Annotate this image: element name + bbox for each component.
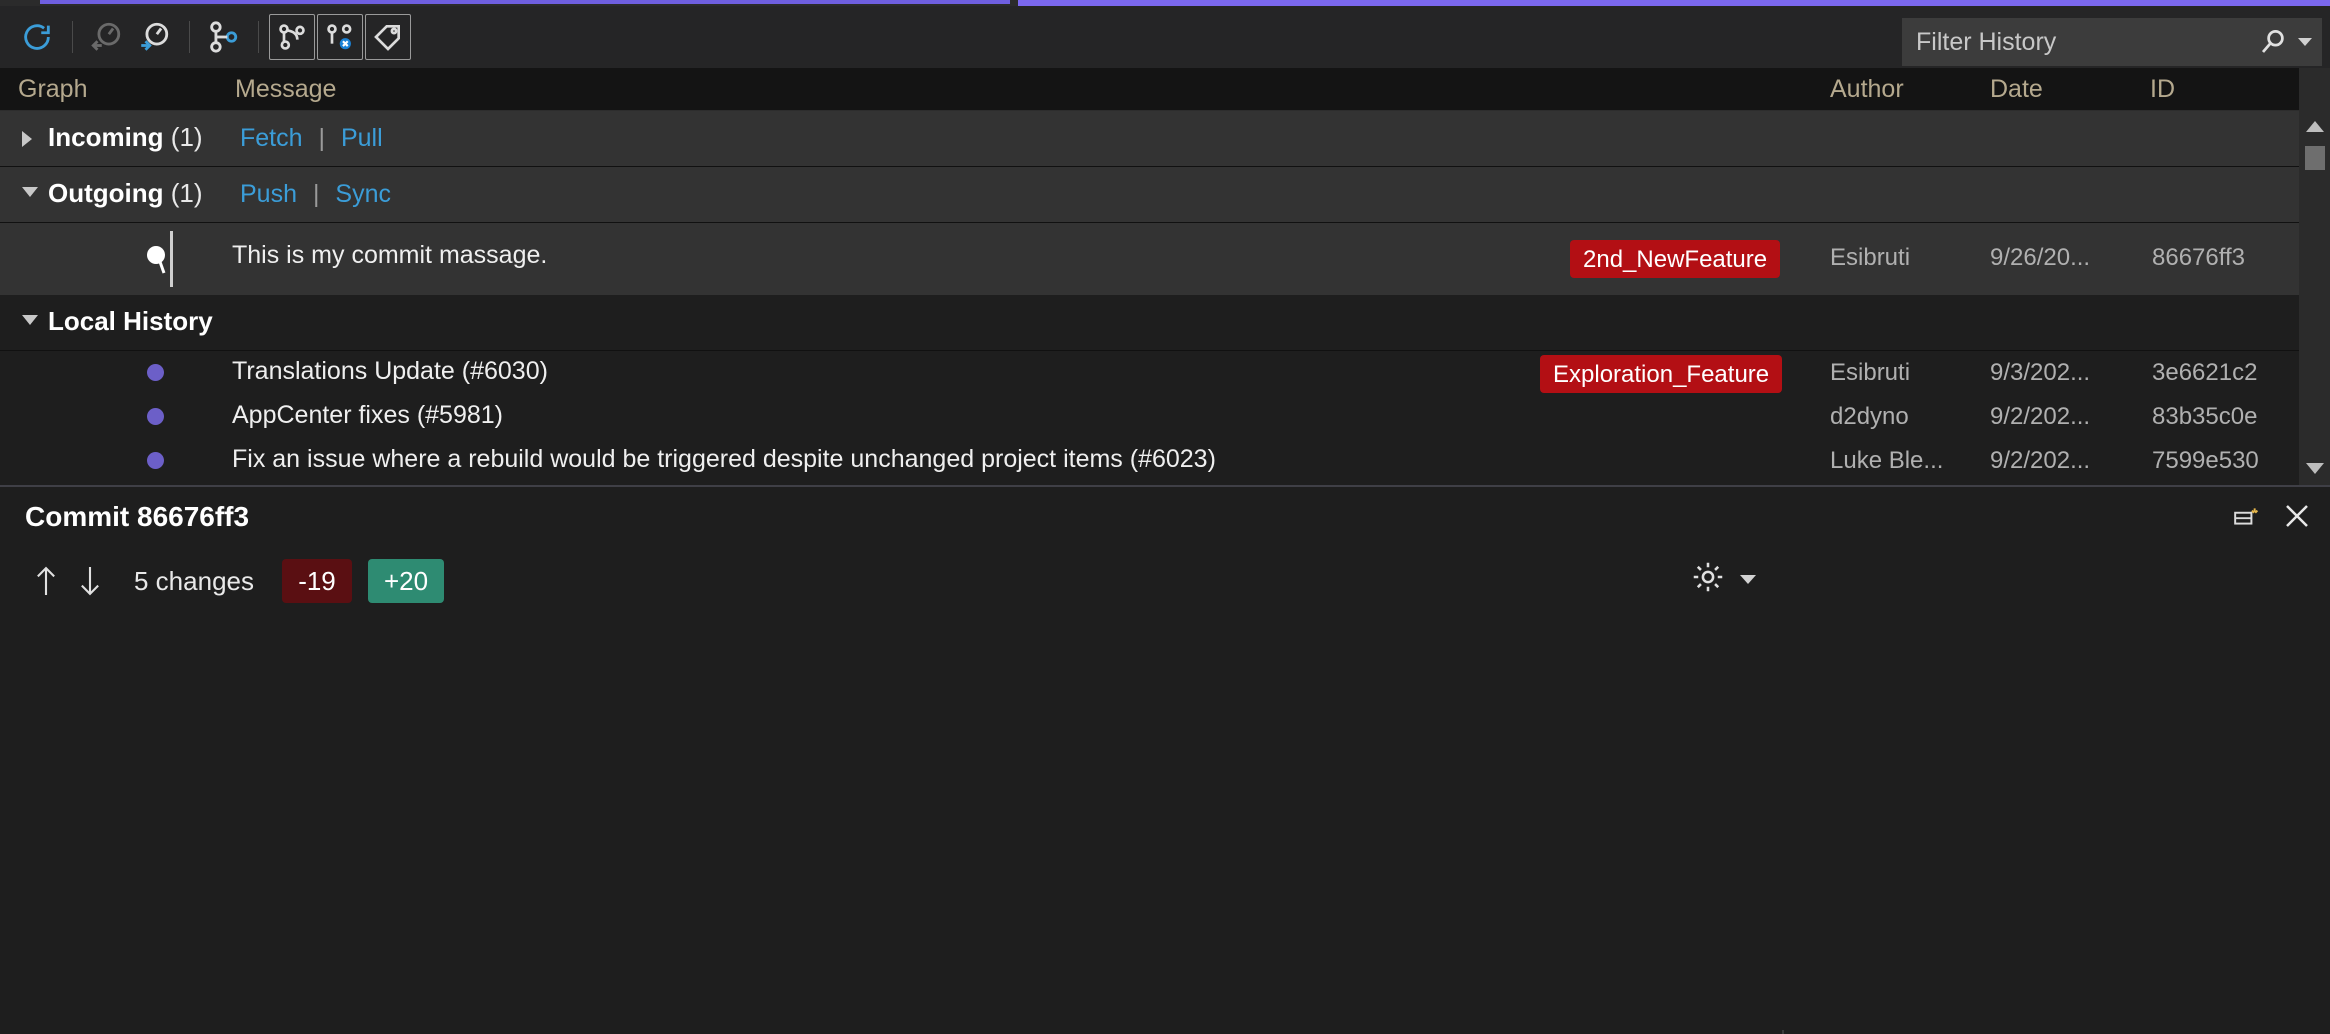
group-name: Outgoing <box>48 178 164 208</box>
search-placeholder: Filter History <box>1916 27 2057 56</box>
group-actions-incoming: Fetch | Pull <box>240 124 383 153</box>
expander-local-history[interactable] <box>22 315 38 325</box>
history-scrollbar[interactable] <box>2299 68 2330 485</box>
commit-author: Luke Ble... <box>1830 447 1944 474</box>
column-header-author[interactable]: Author <box>1830 75 1904 104</box>
fetch-link[interactable]: Fetch <box>240 124 303 152</box>
branch-merge-icon[interactable] <box>317 14 363 60</box>
commit-message: This is my commit massage. <box>232 241 548 269</box>
history-list: Graph Message Author Date ID Incoming (1… <box>0 68 2330 531</box>
expander-incoming[interactable] <box>22 131 32 147</box>
undo-sync-icon[interactable] <box>83 14 129 60</box>
gear-icon[interactable] <box>1690 559 1726 600</box>
group-count: (1) <box>170 178 203 208</box>
commit-date: 9/26/20... <box>1990 244 2091 271</box>
group-name: Incoming <box>48 122 164 152</box>
search-input[interactable]: Filter History <box>1902 18 2322 66</box>
scroll-down-button[interactable] <box>2299 453 2330 483</box>
commit-date: 9/3/202... <box>1990 359 2091 386</box>
commit-details-panel: Commit 86676ff3 5 changes -19 +20 <box>0 485 2330 1034</box>
commit-message: Fix an issue where a rebuild would be tr… <box>232 445 1216 473</box>
graph-node-icon <box>147 452 164 469</box>
table-row[interactable]: This is my commit massage. 2nd_NewFeatur… <box>0 223 2330 295</box>
commit-id: 83b35c0e <box>2152 403 2258 430</box>
additions-badge: +20 <box>367 559 445 603</box>
commit-author: d2dyno <box>1830 403 1909 430</box>
commit-date: 9/2/202... <box>1990 447 2091 474</box>
toolbar-divider <box>189 21 190 53</box>
panel-window-buttons <box>2232 501 2312 536</box>
scroll-up-button[interactable] <box>2299 111 2330 141</box>
search-icon[interactable] <box>2258 27 2288 57</box>
commit-author: Esibruti <box>1830 244 1911 271</box>
commit-id-row: ID: 86676ff3 Revert Reset ••• <box>1800 1028 2330 1034</box>
branch-badge[interactable]: Exploration_Feature <box>1540 355 1783 393</box>
column-header-id[interactable]: ID <box>2150 75 2175 104</box>
action-divider: | <box>312 180 320 208</box>
git-repository-window: Filter History Graph Message Author Date… <box>0 0 2330 1034</box>
arrow-up-icon[interactable] <box>24 559 68 603</box>
commit-id: 7599e530 <box>2152 447 2259 474</box>
commit-message: Translations Update (#6030) <box>232 357 548 385</box>
table-row[interactable]: Translations Update (#6030) Exploration_… <box>0 351 2330 395</box>
commit-date: 9/2/202... <box>1990 403 2091 430</box>
group-count: (1) <box>170 122 203 152</box>
redo-sync-icon[interactable] <box>131 14 177 60</box>
branch-icon[interactable] <box>200 14 246 60</box>
group-header-local-history[interactable]: Local History <box>0 295 2299 351</box>
action-divider: | <box>318 124 325 152</box>
column-header-graph[interactable]: Graph <box>18 75 87 104</box>
changes-count-label: 5 changes <box>134 565 254 596</box>
chevron-down-icon[interactable] <box>2298 38 2312 46</box>
toolbar-divider <box>258 21 259 53</box>
tag-icon[interactable] <box>365 14 411 60</box>
page-title: Commit 86676ff3 <box>25 501 250 532</box>
group-header-incoming[interactable]: Incoming (1) Fetch | Pull <box>0 111 2299 167</box>
scrollbar-thumb[interactable] <box>2305 146 2325 170</box>
graph-node-icon <box>147 408 164 425</box>
chevron-down-icon[interactable] <box>1740 575 1756 584</box>
commit-details-toolbar: 5 changes -19 +20 <box>24 559 445 603</box>
graph-node-icon <box>147 231 173 287</box>
column-header-message[interactable]: Message <box>235 75 336 104</box>
group-label-local-history: Local History <box>48 306 213 336</box>
graph-node-icon <box>147 364 164 381</box>
commit-info-pane: ID: 86676ff3 Revert Reset ••• Message: E… <box>1790 1028 2330 1034</box>
branch-graph-icon[interactable] <box>269 14 315 60</box>
table-row[interactable]: Fix an issue where a rebuild would be tr… <box>0 439 2330 483</box>
push-link[interactable]: Push <box>240 180 297 208</box>
more-options-button[interactable]: ••• <box>2308 1028 2330 1034</box>
arrow-down-icon[interactable] <box>68 559 112 603</box>
panel-divider <box>1782 1030 1784 1034</box>
sync-link[interactable]: Sync <box>335 180 391 208</box>
group-header-outgoing[interactable]: Outgoing (1) Push | Sync <box>0 167 2299 223</box>
commit-id: 3e6621c2 <box>2152 359 2258 386</box>
refresh-icon[interactable] <box>14 14 60 60</box>
deletions-badge: -19 <box>281 559 352 603</box>
close-icon[interactable] <box>2282 501 2312 536</box>
commit-message: AppCenter fixes (#5981) <box>232 401 503 429</box>
pull-link[interactable]: Pull <box>341 124 383 152</box>
group-actions-outgoing: Push | Sync <box>240 180 391 209</box>
toolbar-divider <box>72 21 73 53</box>
table-row[interactable]: AppCenter fixes (#5981) d2dyno 9/2/202..… <box>0 395 2330 439</box>
column-header-date[interactable]: Date <box>1990 75 2043 104</box>
accent-fill-left <box>40 0 1010 4</box>
group-label-incoming: Incoming (1) <box>48 122 203 153</box>
diff-settings <box>1690 559 1756 600</box>
branch-badge[interactable]: 2nd_NewFeature <box>1570 240 1781 278</box>
commit-id: 86676ff3 <box>2152 244 2245 271</box>
dock-window-icon[interactable] <box>2232 503 2260 534</box>
commit-author: Esibruti <box>1830 359 1911 386</box>
toolbar: Filter History <box>0 6 2330 68</box>
group-label-outgoing: Outgoing (1) <box>48 178 203 209</box>
history-column-headers: Graph Message Author Date ID <box>0 68 2330 111</box>
expander-outgoing[interactable] <box>22 187 38 197</box>
